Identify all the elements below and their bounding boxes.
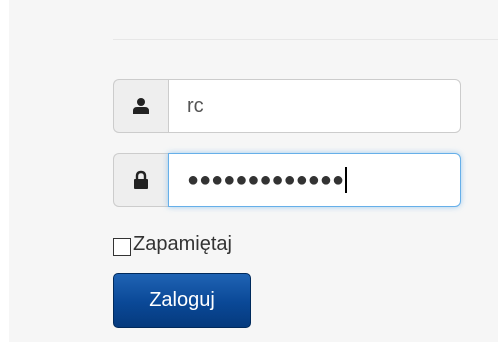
remember-me-checkbox[interactable] [113, 237, 131, 256]
password-field[interactable]: ●●●●●●●●●●●●● [168, 153, 461, 207]
username-input-group: rc [113, 79, 461, 133]
password-input-group: ●●●●●●●●●●●●● [113, 153, 461, 207]
username-addon [113, 79, 168, 133]
remember-me-label[interactable]: Zapamiętaj [133, 233, 232, 256]
remember-me[interactable]: Zapamiętaj [113, 233, 232, 256]
username-value: rc [187, 94, 204, 117]
text-caret [345, 167, 348, 193]
lock-icon [133, 170, 149, 190]
username-field[interactable]: rc [168, 79, 461, 133]
header-divider [113, 39, 498, 40]
password-addon [113, 153, 168, 207]
password-mask: ●●●●●●●●●●●●● [187, 169, 345, 191]
login-button[interactable]: Zaloguj [113, 273, 251, 328]
user-icon [132, 97, 150, 115]
